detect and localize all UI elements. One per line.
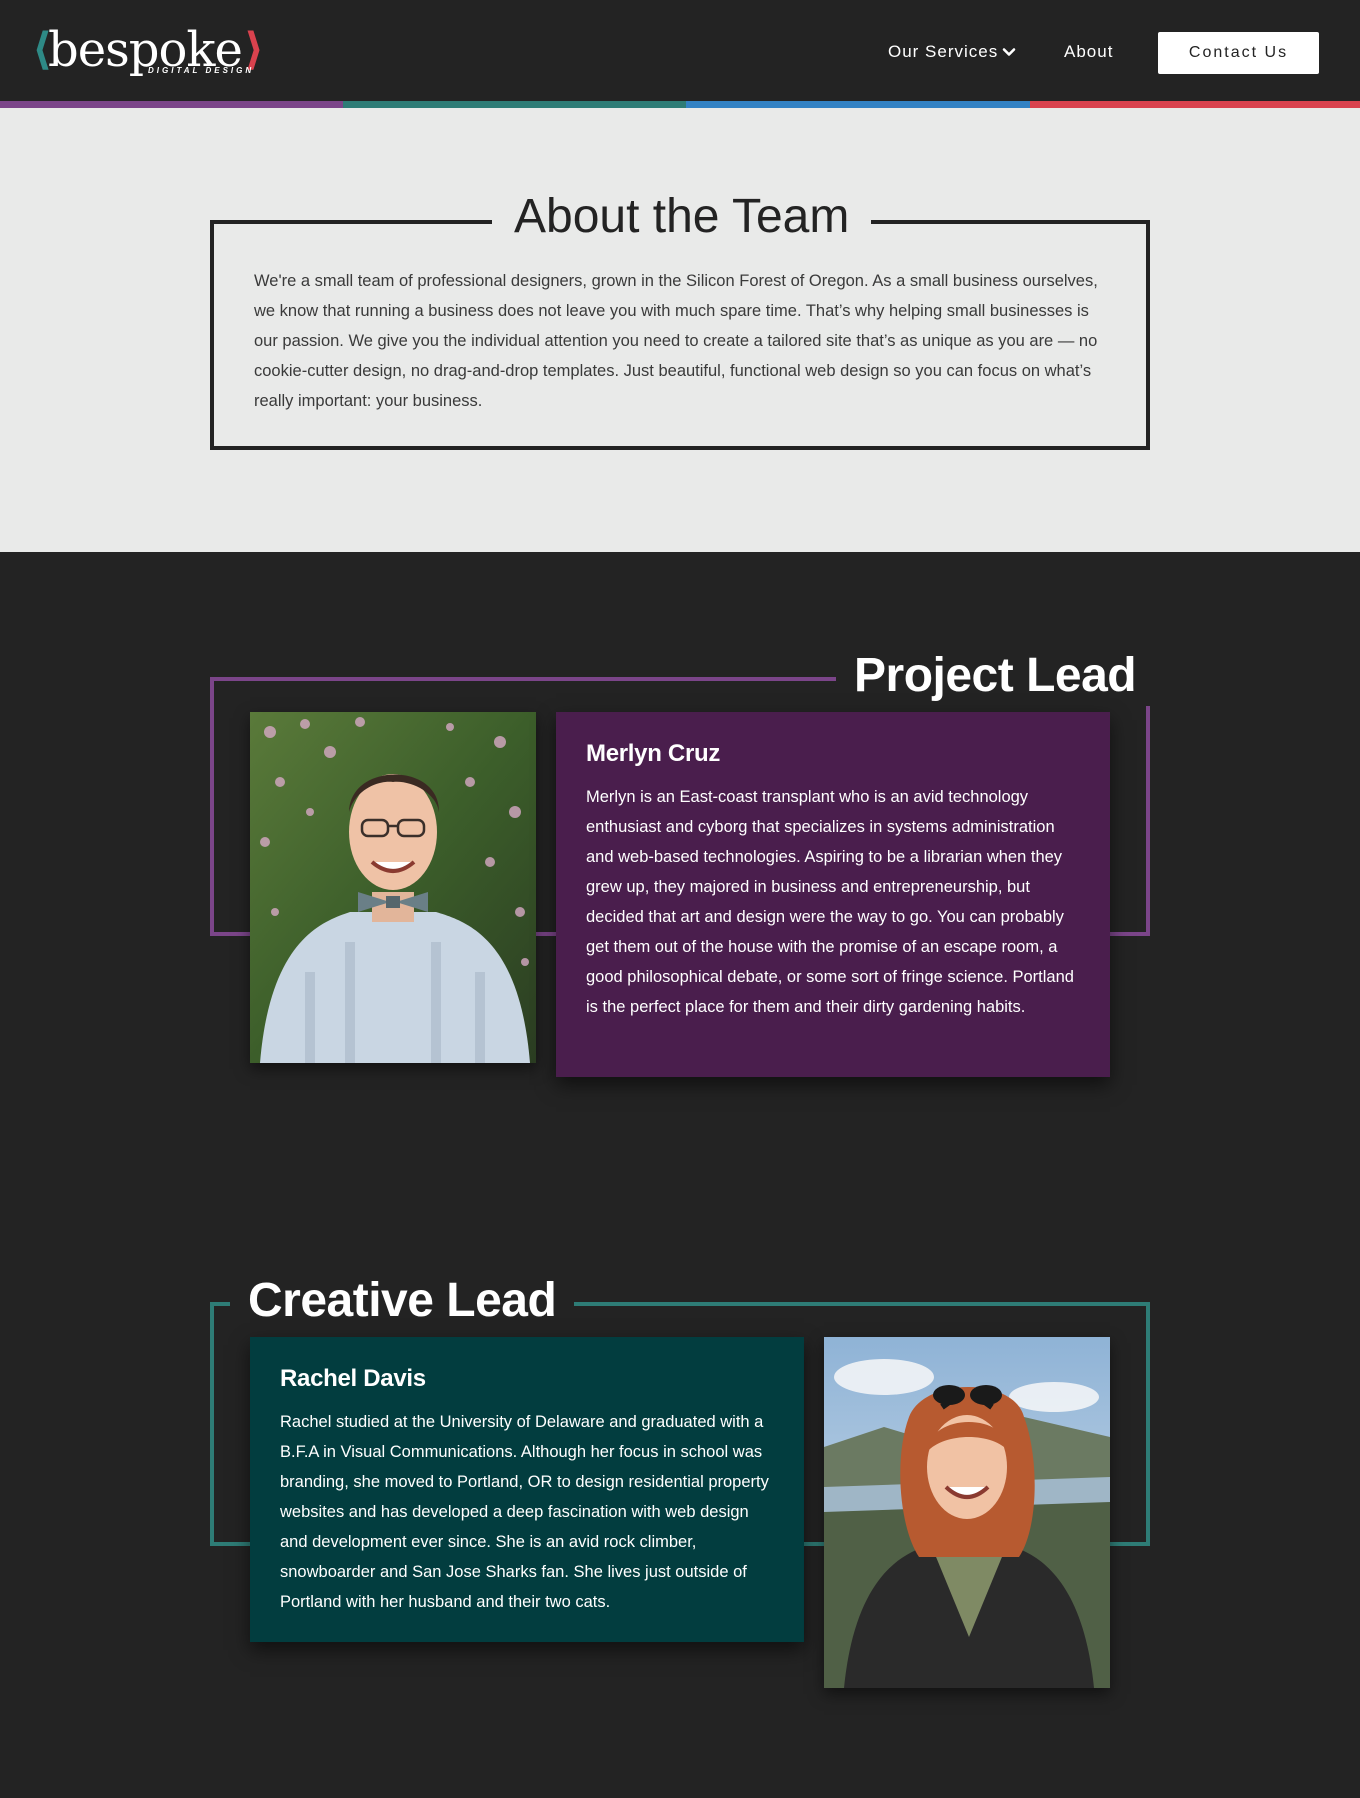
merlyn-cruz-photo: [250, 712, 536, 1063]
merlyn-cruz-card: Merlyn Cruz Merlyn is an East-coast tran…: [556, 712, 1110, 1077]
site-header: ⟨ bespoke ⟩ DIGITAL DESIGN Our Services …: [0, 0, 1360, 101]
stripe-blue: [686, 101, 1030, 108]
merlyn-portrait-illustration: [250, 712, 536, 1063]
rachel-davis-name: Rachel Davis: [280, 1365, 426, 1392]
rachel-davis-photo: [824, 1337, 1110, 1688]
logo-subtitle: DIGITAL DESIGN: [148, 66, 255, 75]
stripe-purple: [0, 101, 343, 108]
about-title: About the Team: [492, 186, 872, 248]
contact-us-button[interactable]: Contact Us: [1158, 32, 1319, 74]
bespoke-logo[interactable]: ⟨ bespoke ⟩ DIGITAL DESIGN: [32, 22, 272, 82]
rachel-davis-card: Rachel Davis Rachel studied at the Unive…: [250, 1337, 804, 1642]
creative-lead-title: Creative Lead: [230, 1271, 575, 1331]
nav-our-services-label: Our Services: [888, 42, 999, 61]
merlyn-cruz-name: Merlyn Cruz: [586, 740, 721, 767]
stripe-teal: [343, 101, 686, 108]
nav-our-services[interactable]: Our Services: [888, 42, 1016, 62]
rachel-davis-bio: Rachel studied at the University of Dela…: [280, 1413, 769, 1611]
merlyn-cruz-bio: Merlyn is an East-coast transplant who i…: [586, 788, 1074, 1016]
project-lead-title: Project Lead: [836, 646, 1155, 706]
chevron-down-icon: [1002, 48, 1016, 56]
about-description: We're a small team of professional desig…: [254, 272, 1098, 410]
nav-about[interactable]: About: [1064, 42, 1113, 62]
rachel-portrait-illustration: [824, 1337, 1110, 1688]
stripe-red: [1030, 101, 1360, 108]
